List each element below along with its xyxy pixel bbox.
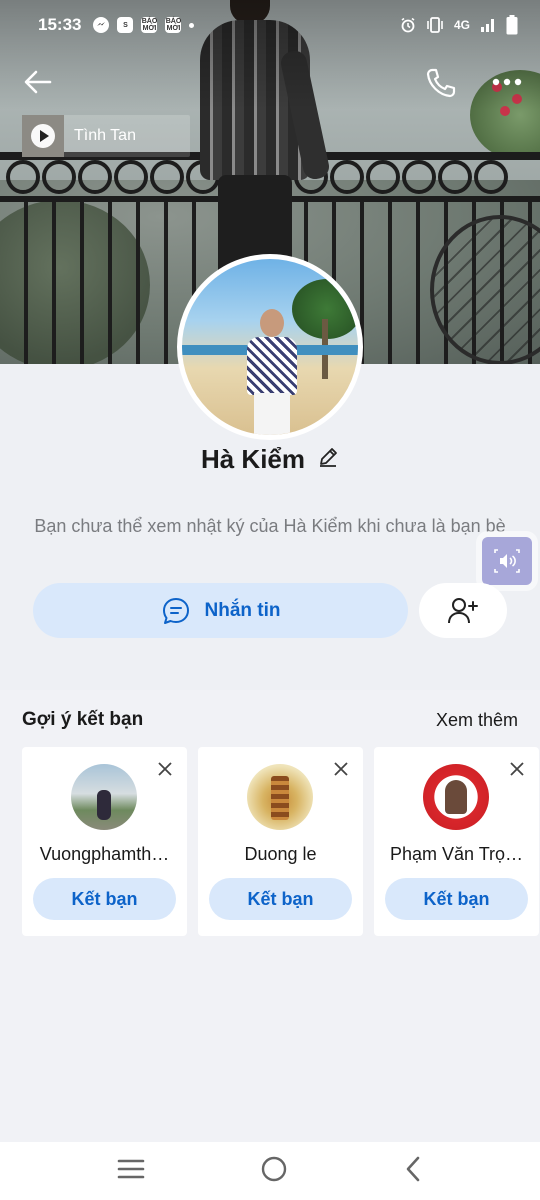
phone-icon (426, 68, 456, 98)
add-friend-suggestion-button[interactable]: Kết bạn (209, 878, 352, 920)
profile-avatar[interactable] (177, 254, 363, 440)
suggestion-name: Vuongphamth… (39, 844, 170, 864)
suggestions-title: Gợi ý kết bạn (22, 709, 144, 730)
edit-name-button[interactable] (317, 446, 339, 473)
suggestion-card[interactable]: Vuongphamth… Kết bạn (22, 747, 187, 936)
back-arrow-icon (24, 70, 52, 94)
speaker-icon (494, 549, 520, 573)
home-circle-icon (261, 1156, 287, 1181)
chevron-left-icon (406, 1156, 419, 1181)
bao-moi-icon: BÁO MỚI (165, 17, 182, 33)
suggestion-name: Phạm Văn Trọ… (389, 844, 524, 864)
music-thumbnail (22, 115, 64, 157)
close-icon (510, 762, 524, 776)
system-back-button[interactable] (403, 1155, 423, 1188)
play-icon (31, 124, 55, 148)
profile-music[interactable]: Tình Tan (22, 115, 190, 157)
dismiss-suggestion-button[interactable] (333, 761, 349, 782)
profile-name-row: Hà Kiểm (0, 444, 540, 475)
floating-speaker-button[interactable] (482, 537, 532, 585)
back-button[interactable] (22, 66, 54, 103)
alarm-icon (401, 17, 415, 33)
status-right: 4G (400, 15, 518, 35)
dismiss-suggestion-button[interactable] (157, 761, 173, 782)
recent-apps-button[interactable] (117, 1158, 145, 1185)
notification-icons: S BÁO MỚI BÁO MỚI (93, 17, 195, 33)
signal-icon (481, 19, 494, 32)
suggestion-avatar (71, 764, 137, 830)
network-label: 4G (453, 18, 470, 32)
privacy-notice: Bạn chưa thể xem nhật ký của Hà Kiểm khi… (34, 516, 506, 536)
pencil-icon (320, 448, 337, 467)
battery-icon (506, 15, 518, 35)
see-more-link[interactable]: Xem thêm (436, 710, 518, 731)
dismiss-suggestion-button[interactable] (509, 761, 525, 782)
send-message-label: Nhắn tin (204, 599, 281, 621)
close-icon (334, 762, 348, 776)
menu-icon (118, 1159, 145, 1178)
add-friend-suggestion-button[interactable]: Kết bạn (33, 878, 176, 920)
vibrate-icon (427, 17, 443, 33)
messenger-icon (93, 17, 110, 33)
suggestion-card[interactable]: Duong le Kết bạn (198, 747, 363, 936)
more-icon (492, 78, 522, 86)
more-button[interactable] (492, 72, 522, 97)
friend-suggestions: Gợi ý kết bạn Xem thêm Vuongphamth… Kết … (0, 690, 540, 1142)
suggestions-header: Gợi ý kết bạn Xem thêm (22, 709, 518, 731)
call-button[interactable] (424, 66, 458, 105)
suggestion-avatar (423, 764, 489, 830)
bao-moi-icon: BÁO MỚI (141, 17, 158, 33)
shopee-icon: S (117, 17, 134, 33)
suggestion-card[interactable]: Phạm Văn Trọ… Kết bạn (374, 747, 539, 936)
add-friend-button[interactable] (419, 583, 507, 638)
home-button[interactable] (260, 1155, 288, 1188)
suggestion-avatar (247, 764, 313, 830)
more-notifications-dot (189, 22, 195, 28)
suggestion-name: Duong le (244, 844, 317, 864)
add-friend-suggestion-button[interactable]: Kết bạn (385, 878, 528, 920)
status-bar: 15:33 S BÁO MỚI BÁO MỚI 4G (0, 0, 540, 50)
music-title: Tình Tan (74, 127, 136, 144)
add-user-icon (448, 597, 478, 623)
chat-bubble-icon (162, 597, 189, 624)
close-icon (158, 762, 172, 776)
profile-name: Hà Kiểm (200, 444, 306, 474)
status-time: 15:33 (38, 15, 82, 34)
send-message-button[interactable]: Nhắn tin (33, 583, 408, 638)
system-nav-bar (0, 1142, 540, 1200)
